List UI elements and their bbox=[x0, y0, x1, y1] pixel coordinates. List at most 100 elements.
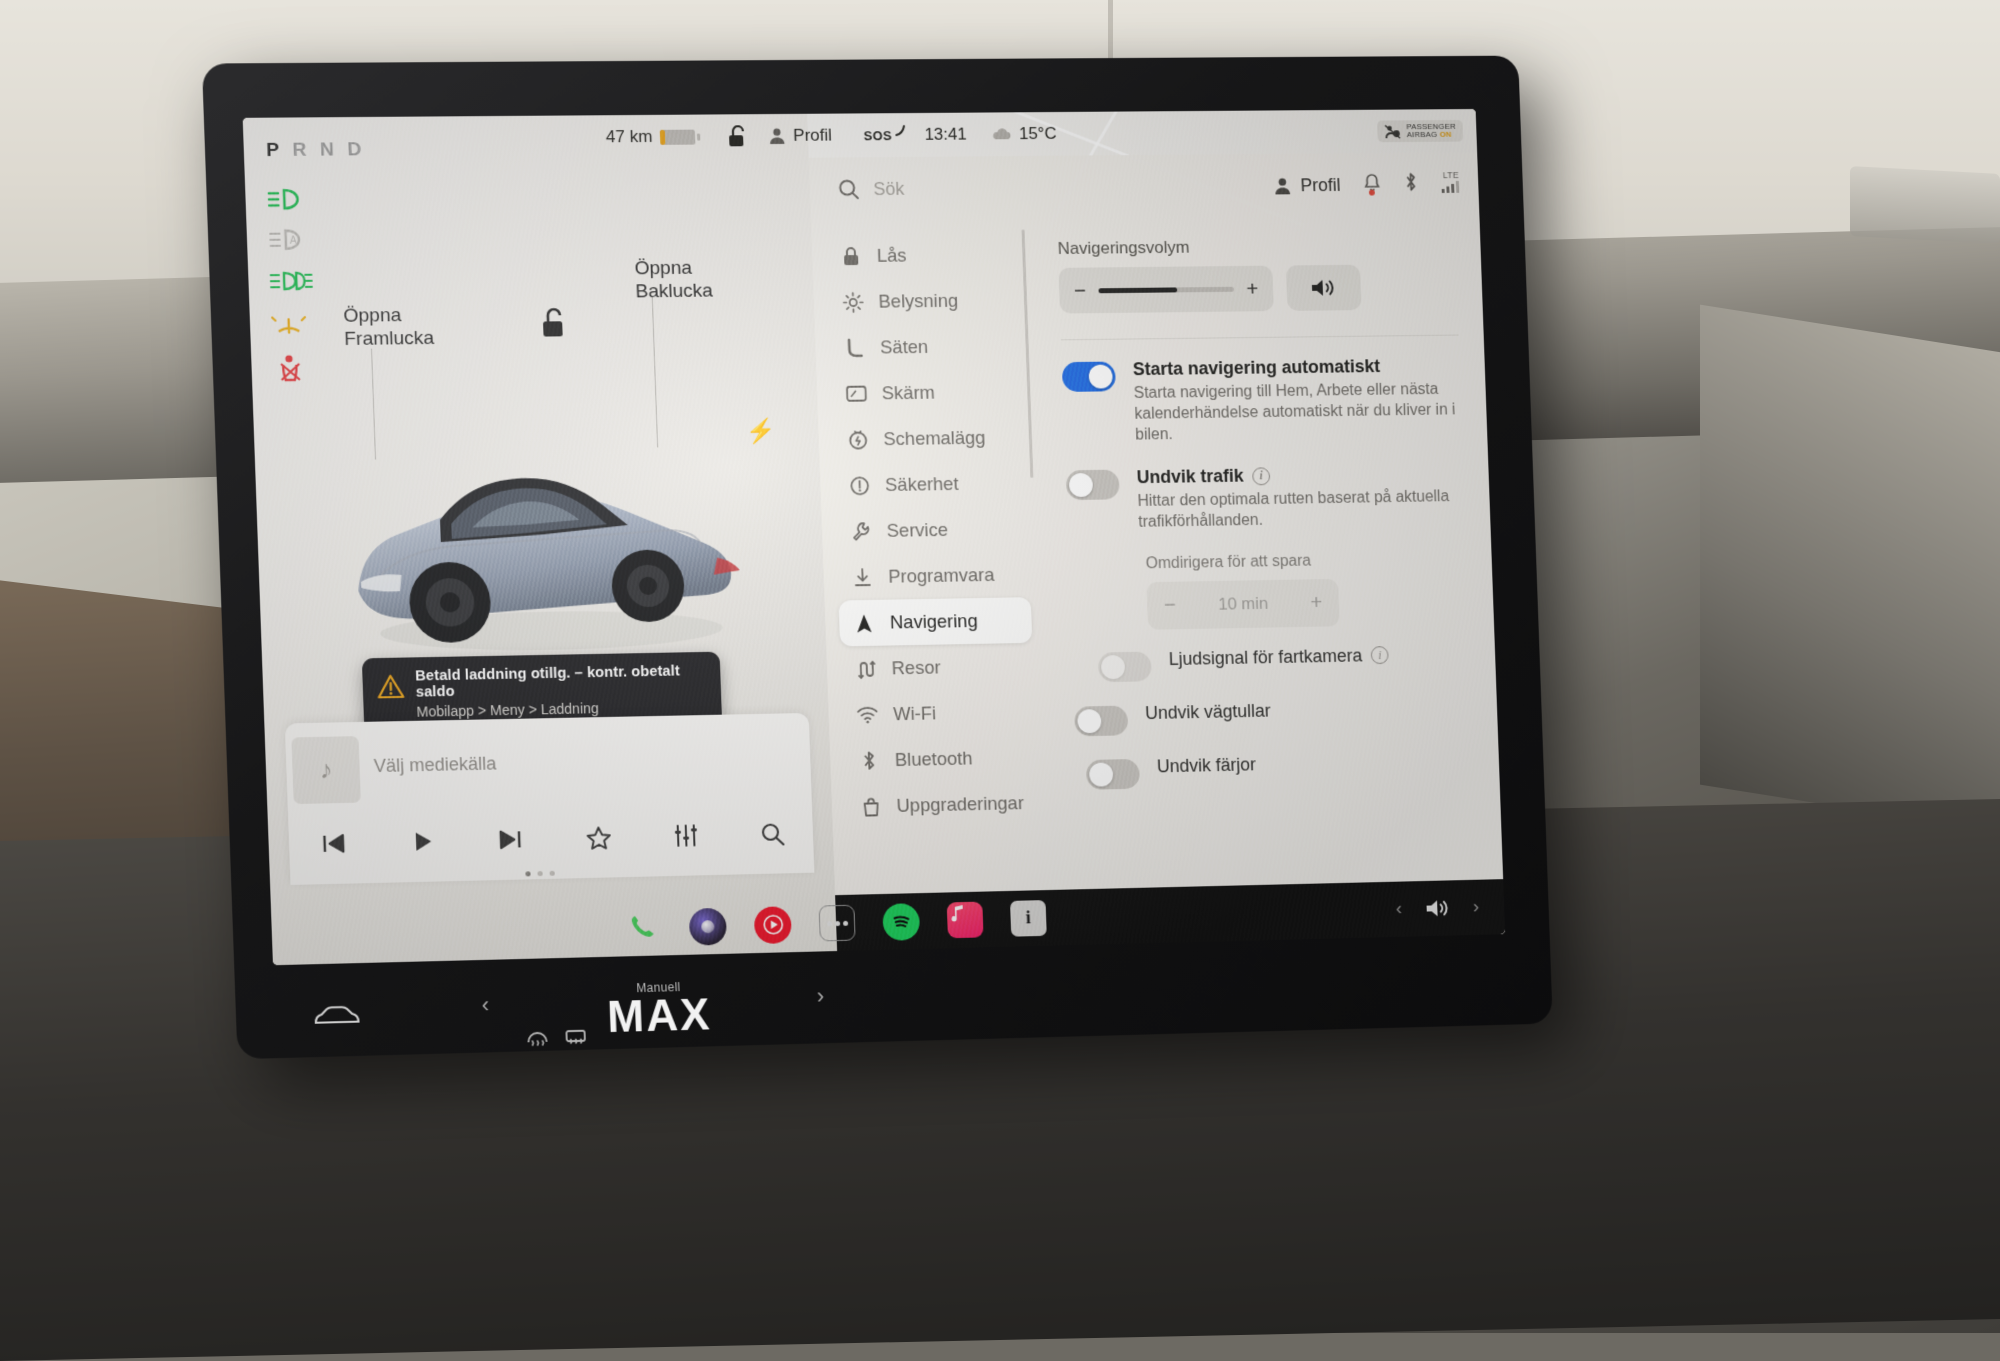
gear-indicator[interactable]: P R N D bbox=[266, 139, 366, 162]
weather-indicator[interactable]: 15°C bbox=[990, 124, 1057, 144]
speed-camera-setting: Ljudsignal för fartkamera i bbox=[1098, 644, 1471, 683]
sidebar-item-navigering[interactable]: Navigering bbox=[838, 597, 1032, 646]
avoid-traffic-setting: Undvik trafik i Hittar den optimala rutt… bbox=[1066, 463, 1466, 535]
sidebar-item-label: Programvara bbox=[888, 564, 995, 588]
clock: 13:41 bbox=[924, 125, 967, 145]
next-track-button[interactable] bbox=[487, 817, 533, 862]
previous-track-button[interactable] bbox=[311, 821, 357, 866]
search-input[interactable]: Sök bbox=[873, 178, 905, 199]
sidebar-item-belysning[interactable]: Belysning bbox=[827, 277, 1021, 325]
defrost-controls bbox=[525, 1028, 588, 1048]
apple-music-app-icon[interactable] bbox=[947, 902, 984, 939]
profile-indicator[interactable]: Profil bbox=[768, 126, 832, 146]
media-player-card: ♪ Välj mediekälla bbox=[285, 713, 815, 885]
avoid-tolls-title: Undvik vägtullar bbox=[1145, 701, 1271, 724]
toast-title: Betald laddning otillg. – kontr. obetalt… bbox=[415, 663, 707, 701]
auto-navigation-setting: Starta navigering automatiskt Starta nav… bbox=[1062, 355, 1463, 447]
navigation-arrow-icon bbox=[853, 612, 876, 634]
reroute-stepper[interactable]: − 10 min + bbox=[1146, 579, 1339, 630]
auto-navigation-title: Starta navigering automatiskt bbox=[1133, 355, 1460, 380]
info-icon[interactable]: i bbox=[1252, 467, 1270, 485]
play-button[interactable] bbox=[399, 819, 445, 864]
sidebar-item-wifi[interactable]: Wi-Fi bbox=[842, 689, 1036, 739]
tidal-app-icon[interactable]: i bbox=[1010, 900, 1047, 937]
dock-prev-button[interactable]: ‹ bbox=[1396, 898, 1403, 920]
profile-button[interactable]: Profil bbox=[1273, 175, 1341, 196]
volume-decrease-button[interactable]: − bbox=[1074, 280, 1087, 301]
air-vent bbox=[1850, 166, 2000, 244]
avoid-tolls-toggle[interactable] bbox=[1074, 706, 1128, 737]
charge-port-icon[interactable]: ⚡ bbox=[745, 417, 766, 445]
rear-defrost-icon[interactable] bbox=[563, 1028, 588, 1047]
reroute-decrease-button[interactable]: − bbox=[1164, 595, 1177, 616]
person-icon bbox=[1273, 176, 1292, 195]
range-indicator[interactable]: 47 km bbox=[606, 127, 702, 148]
center-touchscreen: P R N D A bbox=[202, 56, 1553, 1060]
callout-rear-trunk[interactable]: Öppna Baklucka bbox=[634, 257, 713, 304]
sidebar-item-saten[interactable]: Säten bbox=[829, 323, 1023, 371]
airbag-off-icon bbox=[1384, 124, 1401, 139]
cellular-signal[interactable]: LTE bbox=[1441, 170, 1461, 198]
dock-volume-controls: ‹ › bbox=[1396, 895, 1480, 921]
dock-next-button[interactable]: › bbox=[1472, 896, 1479, 918]
sidebar-item-las[interactable]: Lås bbox=[825, 232, 1019, 280]
front-defrost-icon[interactable] bbox=[525, 1029, 550, 1048]
info-icon[interactable]: i bbox=[1371, 647, 1389, 665]
search-field[interactable]: Sök bbox=[837, 175, 1262, 201]
vehicle-image[interactable] bbox=[315, 379, 769, 677]
sos-indicator[interactable]: SOS bbox=[863, 128, 907, 143]
sos-signal-icon bbox=[894, 124, 906, 138]
callout-rear-line2: Baklucka bbox=[635, 280, 713, 304]
avoid-ferries-toggle[interactable] bbox=[1086, 759, 1140, 790]
speaker-icon[interactable] bbox=[1423, 896, 1452, 920]
sidebar-item-label: Bluetooth bbox=[895, 747, 973, 771]
avoid-ferries-title: Undvik färjor bbox=[1157, 754, 1257, 777]
youtube-app-icon[interactable] bbox=[754, 906, 792, 944]
sidebar-item-resor[interactable]: Resor bbox=[840, 643, 1034, 692]
avoid-traffic-title-row: Undvik trafik i bbox=[1136, 463, 1463, 489]
seat-icon bbox=[843, 337, 866, 359]
media-source-selector[interactable]: Välj mediekälla bbox=[373, 753, 496, 777]
car-icon[interactable] bbox=[311, 1001, 365, 1031]
phone-app-icon[interactable] bbox=[623, 909, 661, 947]
page-dot bbox=[537, 871, 542, 876]
sidebar-item-bluetooth[interactable]: Bluetooth bbox=[843, 734, 1037, 784]
avoid-traffic-toggle[interactable] bbox=[1066, 470, 1120, 501]
reroute-increase-button[interactable]: + bbox=[1310, 592, 1323, 613]
unlocked-padlock-icon[interactable] bbox=[538, 306, 569, 340]
notifications-button[interactable] bbox=[1363, 172, 1380, 197]
media-search-button[interactable] bbox=[750, 811, 795, 856]
camera-app-icon[interactable] bbox=[689, 907, 727, 945]
sidebar-item-programvara[interactable]: Programvara bbox=[837, 551, 1031, 600]
sidebar-item-skarm[interactable]: Skärm bbox=[830, 369, 1024, 417]
warning-triangle-icon bbox=[377, 674, 405, 700]
climate-prev-button[interactable]: ‹ bbox=[481, 992, 489, 1018]
callout-front-trunk[interactable]: Öppna Framlucka bbox=[343, 304, 435, 352]
sidebar-item-label: Belysning bbox=[878, 290, 958, 313]
speed-camera-toggle[interactable] bbox=[1098, 652, 1152, 683]
sidebar-item-schemalagg[interactable]: Schemalägg bbox=[832, 414, 1026, 463]
bluetooth-button[interactable] bbox=[1403, 171, 1418, 197]
sidebar-item-uppgraderingar[interactable]: Uppgraderingar bbox=[845, 780, 1039, 830]
climate-next-button[interactable]: › bbox=[816, 983, 824, 1009]
lock-status[interactable] bbox=[727, 125, 749, 148]
gear-p: P bbox=[266, 140, 283, 161]
auto-navigation-toggle[interactable] bbox=[1062, 362, 1116, 392]
media-controls bbox=[310, 805, 796, 872]
reroute-label: Omdirigera för att spara bbox=[1145, 550, 1466, 573]
callout-rear-line1: Öppna bbox=[634, 258, 692, 280]
volume-track[interactable] bbox=[1099, 286, 1234, 292]
cloud-icon bbox=[990, 127, 1012, 141]
mute-button[interactable] bbox=[1286, 265, 1362, 311]
spotify-app-icon[interactable] bbox=[882, 903, 920, 941]
volume-increase-button[interactable]: + bbox=[1246, 278, 1259, 299]
equalizer-button[interactable] bbox=[663, 813, 709, 858]
more-apps-icon[interactable] bbox=[819, 905, 856, 942]
sidebar-item-sakerhet[interactable]: Säkerhet bbox=[834, 460, 1028, 509]
front-fog-light-indicator bbox=[268, 266, 314, 297]
favorite-button[interactable] bbox=[575, 815, 621, 860]
reroute-value: 10 min bbox=[1218, 594, 1269, 615]
wifi-icon bbox=[856, 704, 879, 726]
navigation-volume-slider[interactable]: − + bbox=[1058, 266, 1273, 314]
sidebar-item-service[interactable]: Service bbox=[835, 506, 1029, 555]
